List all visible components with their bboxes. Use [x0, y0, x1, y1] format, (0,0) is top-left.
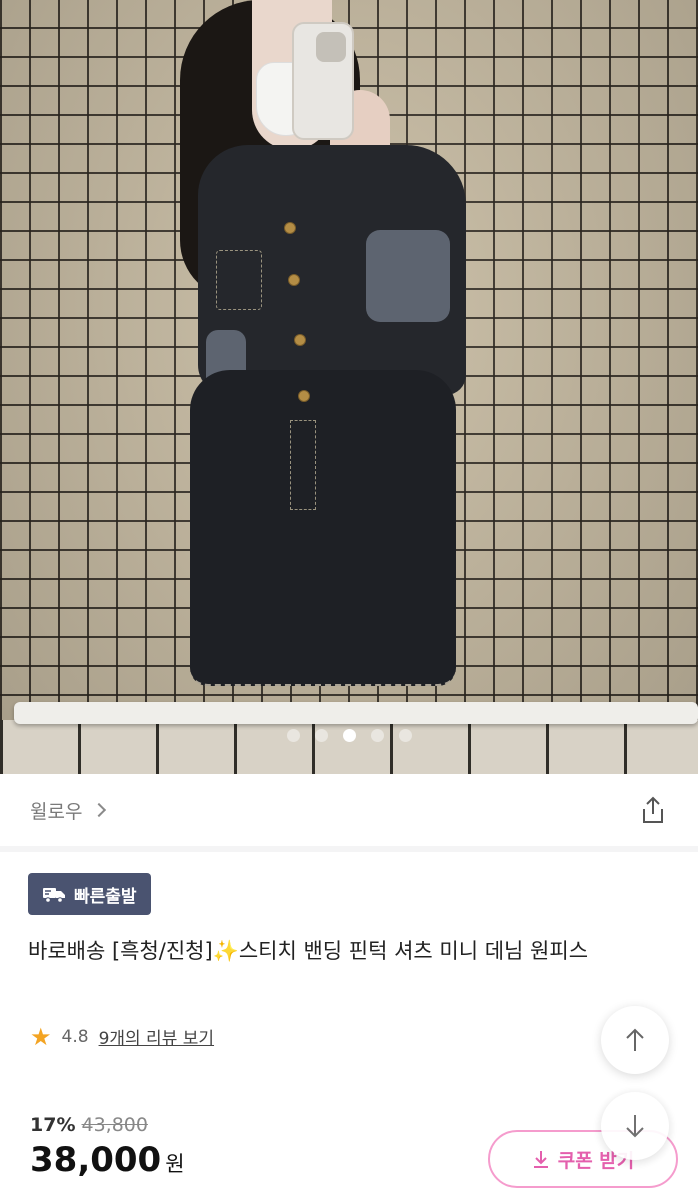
photo-sleeve [366, 230, 450, 322]
photo-pocket [216, 250, 262, 310]
carousel-dot[interactable] [286, 729, 300, 742]
scroll-bottom-button[interactable] [601, 1092, 669, 1160]
share-icon[interactable] [638, 795, 668, 825]
chevron-right-icon [92, 802, 107, 818]
photo-phone [292, 22, 354, 140]
carousel-indicator [0, 729, 698, 742]
photo-sink [14, 702, 698, 724]
discount-line: 17% 43,800 [30, 1114, 185, 1136]
photo-fly [290, 420, 316, 510]
photo-dress-skirt [190, 370, 456, 686]
sale-price: 38,000 [30, 1140, 162, 1180]
carousel-dot[interactable] [370, 729, 384, 742]
product-title: 바로배송 [흑청/진청]✨스티치 밴딩 핀턱 셔츠 미니 데님 원피스 [28, 939, 589, 963]
download-icon [533, 1151, 548, 1168]
price-block: 17% 43,800 38,000 원 [30, 1114, 185, 1180]
rating-value: 4.8 [61, 1026, 89, 1047]
discount-rate: 17% [30, 1114, 76, 1136]
arrow-down-icon [626, 1115, 644, 1138]
fast-shipping-badge: 빠른출발 [28, 873, 151, 915]
carousel-dot[interactable] [398, 729, 412, 742]
badge-label: 빠른출발 [74, 886, 137, 907]
section-divider [0, 846, 698, 852]
carousel-dot[interactable] [314, 729, 328, 742]
price-line: 38,000 원 [30, 1140, 185, 1180]
product-image[interactable] [0, 0, 698, 774]
rating-row: ★ 4.8 9개의 리뷰 보기 [30, 1022, 214, 1051]
arrow-up-icon [626, 1028, 644, 1051]
review-link[interactable]: 9개의 리뷰 보기 [99, 1024, 214, 1049]
scroll-top-button[interactable] [601, 1006, 669, 1074]
photo-button [294, 334, 306, 346]
store-bar: 윌로우 [0, 774, 698, 846]
photo-button [298, 390, 310, 402]
photo-button [284, 222, 296, 234]
store-name: 윌로우 [30, 800, 83, 823]
photo-button [288, 274, 300, 286]
truck-icon [43, 888, 65, 903]
carousel-dot-active[interactable] [342, 729, 356, 742]
star-icon: ★ [30, 1022, 52, 1051]
store-link[interactable]: 윌로우 [30, 797, 107, 824]
currency-unit: 원 [165, 1152, 185, 1176]
original-price: 43,800 [81, 1114, 148, 1136]
